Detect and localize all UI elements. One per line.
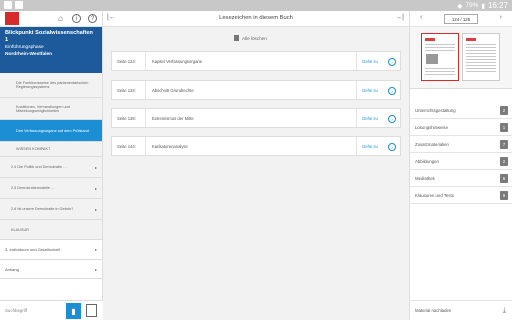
book-header: Blickpunkt Sozialwissenschaften 1 Einfüh… [0, 27, 102, 73]
notification-icon [4, 1, 12, 9]
bookmark-page: Seite 124: [112, 52, 146, 70]
info-icon[interactable]: i [72, 14, 81, 23]
notification-icon [15, 1, 23, 9]
book-title: Blickpunkt Sozialwissenschaften 1 [5, 30, 93, 43]
bookmarks-panel: |← Lesezeichen in diesem Buch →| Alle lö… [103, 11, 409, 320]
battery-percent: 79% [465, 2, 479, 9]
right-panel: ‹ 124 / 125 › Unterrichtsgestaltung 2 Lö… [409, 11, 512, 320]
bookmark-page: Seite 138: [112, 109, 146, 127]
count-badge: 6 [500, 174, 508, 183]
bookmark-row: Seite 144: Karikaturenanalyse Gehe zu › [111, 136, 401, 156]
goto-button[interactable]: Gehe zu › [356, 81, 400, 99]
page-number-field[interactable]: 124 / 125 [444, 14, 478, 24]
search-bar: Suchbegriff ▮ [0, 300, 103, 320]
trash-icon [234, 35, 239, 41]
search-input[interactable]: Suchbegriff [5, 308, 27, 313]
toc-item[interactable]: Koalitionen, Verhandlungen und Mitwirkun… [0, 98, 102, 120]
chevron-right-icon: ▸ [94, 164, 97, 170]
arrow-right-icon: › [388, 115, 396, 123]
count-badge: 1 [500, 123, 508, 132]
toc-item[interactable]: WISSEN KOMPAKT [0, 142, 102, 157]
toc-item[interactable]: 2.5 Demokratiemodelle ... ▸ [0, 178, 102, 199]
collapse-right-icon[interactable]: →| [395, 14, 404, 21]
chevron-right-icon: ▸ [94, 247, 97, 252]
bookmark-text: Karikaturenanalyse [152, 143, 188, 149]
chevron-right-icon: ▸ [94, 266, 97, 272]
bookmark-row: Seite 134: Abschnitt Grundrechte Gehe zu… [111, 80, 401, 100]
goto-button[interactable]: Gehe zu › [356, 137, 400, 155]
book-region: Nordrhein-Westfalen [5, 52, 53, 57]
notes-button[interactable] [86, 304, 97, 317]
goto-button[interactable]: Gehe zu › [356, 52, 400, 70]
page-thumbnail[interactable] [421, 33, 459, 81]
toc-item[interactable]: 2.4 Die Politik und Demokratie … ▸ [0, 157, 102, 178]
delete-all-button[interactable]: Alle löschen [234, 35, 267, 41]
resource-item[interactable]: Zusatzmaterialien 7 [410, 136, 512, 153]
battery-icon: ▮ [481, 2, 485, 10]
bookmark-text: Extremismus der Mitte [152, 115, 194, 121]
bookmark-icon: ▮ [71, 306, 76, 316]
toc-item-selected[interactable]: Drei Verfassungsorgane auf dem Prüfstand [0, 120, 102, 142]
page-navigator: ‹ 124 / 125 › [410, 11, 512, 27]
chevron-right-icon[interactable]: › [500, 14, 502, 21]
book-phase: Einführungsphase [5, 45, 44, 50]
toc-item[interactable]: KLAUSUR [0, 220, 102, 240]
chevron-right-icon: ▸ [94, 206, 97, 212]
bookmarks-button[interactable]: ▮ [66, 303, 81, 319]
page-thumbnails [410, 27, 512, 89]
arrow-right-icon: › [388, 87, 396, 95]
bookmark-page: Seite 144: [112, 137, 146, 155]
resource-item[interactable]: Abbildungen 2 [410, 153, 512, 170]
page-title: Lesezeichen in diesem Buch [219, 15, 293, 21]
download-icon: ⤓ [502, 307, 506, 314]
count-badge: 2 [500, 157, 508, 166]
count-badge: 7 [500, 140, 508, 149]
left-toolbar: ⌂ i ? [0, 11, 102, 27]
chevron-left-icon[interactable]: ‹ [420, 14, 422, 21]
chevron-right-icon: ▸ [94, 185, 97, 191]
left-panel: ⌂ i ? Blickpunkt Sozialwissenschaften 1 … [0, 11, 103, 320]
arrow-right-icon: › [388, 143, 396, 151]
bookmark-text: Kapitel Verfassungsorgane [152, 58, 203, 64]
clock: 16:27 [487, 1, 508, 10]
wifi-icon: ◆ [457, 2, 463, 10]
arrow-right-icon: › [388, 58, 396, 66]
goto-button[interactable]: Gehe zu › [356, 109, 400, 127]
load-material-button[interactable]: Material nachladen ⤓ [410, 300, 512, 320]
bookmark-row: Seite 124: Kapitel Verfassungsorgane Geh… [111, 51, 401, 71]
count-badge: 2 [500, 106, 508, 115]
count-badge: 9 [500, 191, 508, 200]
table-of-contents: Die Funktionsweise des parlamentarischen… [0, 73, 102, 279]
status-bar: ◆ 79% ▮ 16:27 [0, 0, 512, 11]
page-thumbnail[interactable] [462, 33, 500, 81]
toc-item[interactable]: 2.6 Ist unsere Demokratie in Gefahr? ▸ [0, 199, 102, 220]
toc-item[interactable]: Die Funktionsweise des parlamentarischen… [0, 73, 102, 98]
help-icon[interactable]: ? [88, 14, 97, 23]
toc-item[interactable]: 3. Individuum und Gesellschaft ▸ [0, 240, 102, 260]
bookmark-row: Seite 138: Extremismus der Mitte Gehe zu… [111, 108, 401, 128]
publisher-logo [5, 12, 19, 25]
resource-item[interactable]: Lösungshinweise 1 [410, 119, 512, 136]
home-icon[interactable]: ⌂ [56, 14, 65, 23]
resource-item[interactable]: Klausuren und Tests 9 [410, 187, 512, 204]
resource-item[interactable]: Mediathek 6 [410, 170, 512, 187]
bookmark-page: Seite 134: [112, 81, 146, 99]
bookmarks-header: |← Lesezeichen in diesem Buch →| [103, 11, 409, 27]
resource-item[interactable]: Unterrichtsgestaltung 2 [410, 102, 512, 119]
bookmark-text: Abschnitt Grundrechte [152, 87, 194, 93]
toc-item[interactable]: Anhang ▸ [0, 260, 102, 279]
